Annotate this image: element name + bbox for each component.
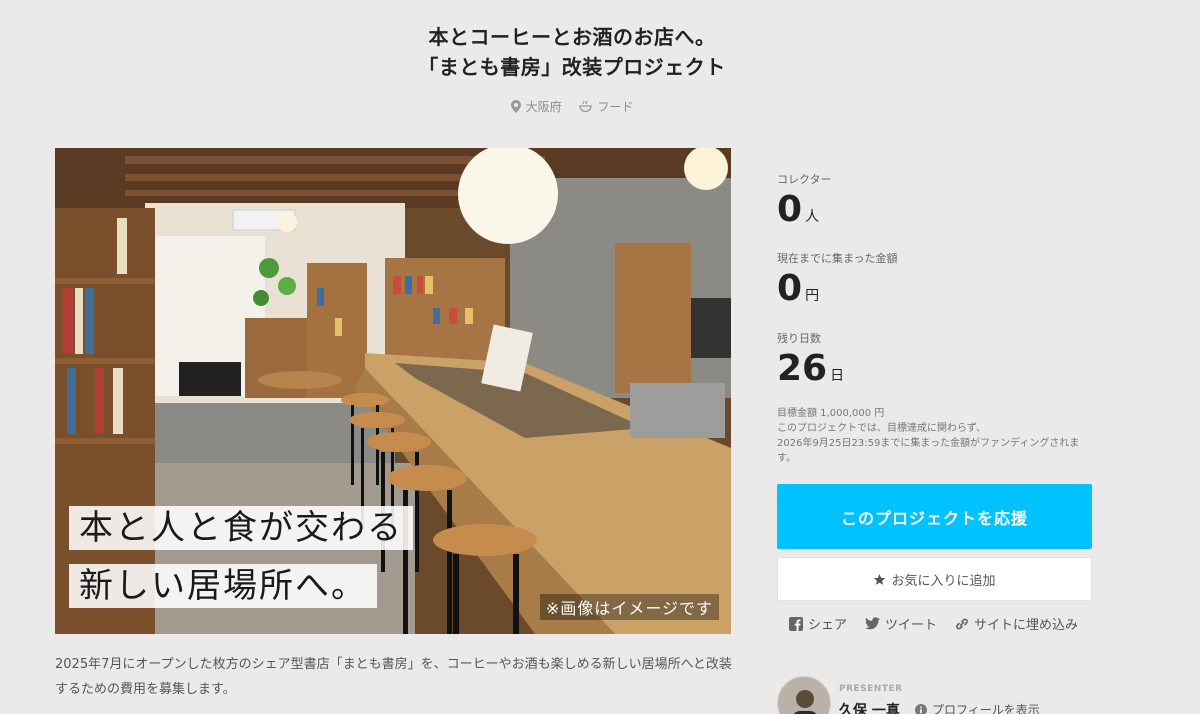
twitter-bird-icon: [865, 617, 881, 630]
food-bowl-icon: [579, 100, 593, 113]
project-title-line1: 本とコーヒーとお酒のお店へ。: [428, 25, 716, 49]
days-left-value: 26: [777, 348, 828, 389]
project-title: 本とコーヒーとお酒のお店へ。 「まとも書房」改装プロジェクト: [0, 22, 1144, 82]
view-profile-label: プロフィールを表示: [932, 703, 1040, 714]
hero-catchcopy-line1: 本と人と食が交わる: [69, 506, 413, 550]
goal-amount: 目標金額 1,000,000 円: [777, 408, 885, 419]
goal-note-line1: このプロジェクトでは、目標達成に関わらず、: [777, 423, 987, 434]
twitter-share-label: ツイート: [885, 618, 938, 633]
facebook-share-link[interactable]: シェア: [789, 614, 847, 633]
raised-amount: 0円: [777, 269, 819, 316]
hero-catchcopy-line2: 新しい居場所へ。: [69, 564, 377, 608]
raised-unit: 円: [805, 288, 820, 304]
add-favorite-button[interactable]: お気に入りに追加: [777, 557, 1092, 601]
category-label: フード: [597, 100, 634, 114]
hero-image: 本と人と食が交わる 新しい居場所へ。 ※画像はイメージです: [55, 148, 731, 634]
link-chain-icon: [956, 618, 968, 629]
project-page: 本とコーヒーとお酒のお店へ。 「まとも書房」改装プロジェクト 大阪府 フード 本…: [0, 0, 1200, 714]
hero-image-note: ※画像はイメージです: [539, 594, 719, 620]
star-icon: [874, 573, 886, 585]
collectors-count: 0人: [777, 190, 819, 237]
project-meta: 大阪府 フード: [0, 98, 1144, 115]
collectors-label: コレクター: [777, 173, 832, 186]
raised-value: 0: [777, 268, 803, 309]
goal-note-line2: 2026年9月25日23:59までに集まった金額がファンディングされま: [777, 438, 1080, 449]
support-project-button[interactable]: このプロジェクトを応援: [777, 484, 1092, 549]
raised-label: 現在までに集まった金額: [777, 252, 898, 265]
collectors-value: 0: [777, 189, 803, 230]
twitter-share-link[interactable]: ツイート: [865, 614, 937, 633]
embed-link[interactable]: サイトに埋め込み: [955, 614, 1078, 633]
facebook-share-label: シェア: [808, 618, 848, 633]
view-profile-link[interactable]: プロフィールを表示: [915, 701, 1040, 714]
location-tag[interactable]: 大阪府: [510, 98, 562, 115]
project-description: 2025年7月にオープンした枚方のシェア型書店「まとも書房」を、コーヒーやお酒も…: [55, 657, 732, 697]
location-label: 大阪府: [525, 100, 562, 114]
embed-label: サイトに埋め込み: [974, 618, 1079, 633]
share-links: シェア ツイート サイトに埋め込み: [789, 614, 1078, 633]
collectors-unit: 人: [805, 209, 820, 225]
cafe-interior-illustration: [55, 148, 731, 634]
goal-info: 目標金額 1,000,000 円 このプロジェクトでは、目標達成に関わらず、 2…: [777, 406, 1097, 466]
days-left-unit: 日: [830, 368, 845, 384]
goal-note-line3: す。: [777, 453, 796, 464]
presenter-card: PRESENTER 久保 一真 プロフィールを表示: [777, 676, 1097, 714]
facebook-icon: [789, 616, 803, 631]
presenter-avatar[interactable]: [777, 676, 831, 714]
project-title-line2: 「まとも書房」改装プロジェクト: [418, 55, 726, 79]
map-pin-icon: [510, 100, 521, 113]
days-left-label: 残り日数: [777, 332, 821, 345]
presenter-label: PRESENTER: [839, 684, 903, 694]
category-tag[interactable]: フード: [579, 98, 633, 115]
presenter-name: 久保 一真: [839, 703, 900, 714]
add-favorite-label: お気に入りに追加: [891, 573, 996, 589]
info-icon: [915, 703, 927, 714]
days-left: 26 日: [777, 349, 844, 396]
person-photo-icon: [778, 677, 830, 714]
